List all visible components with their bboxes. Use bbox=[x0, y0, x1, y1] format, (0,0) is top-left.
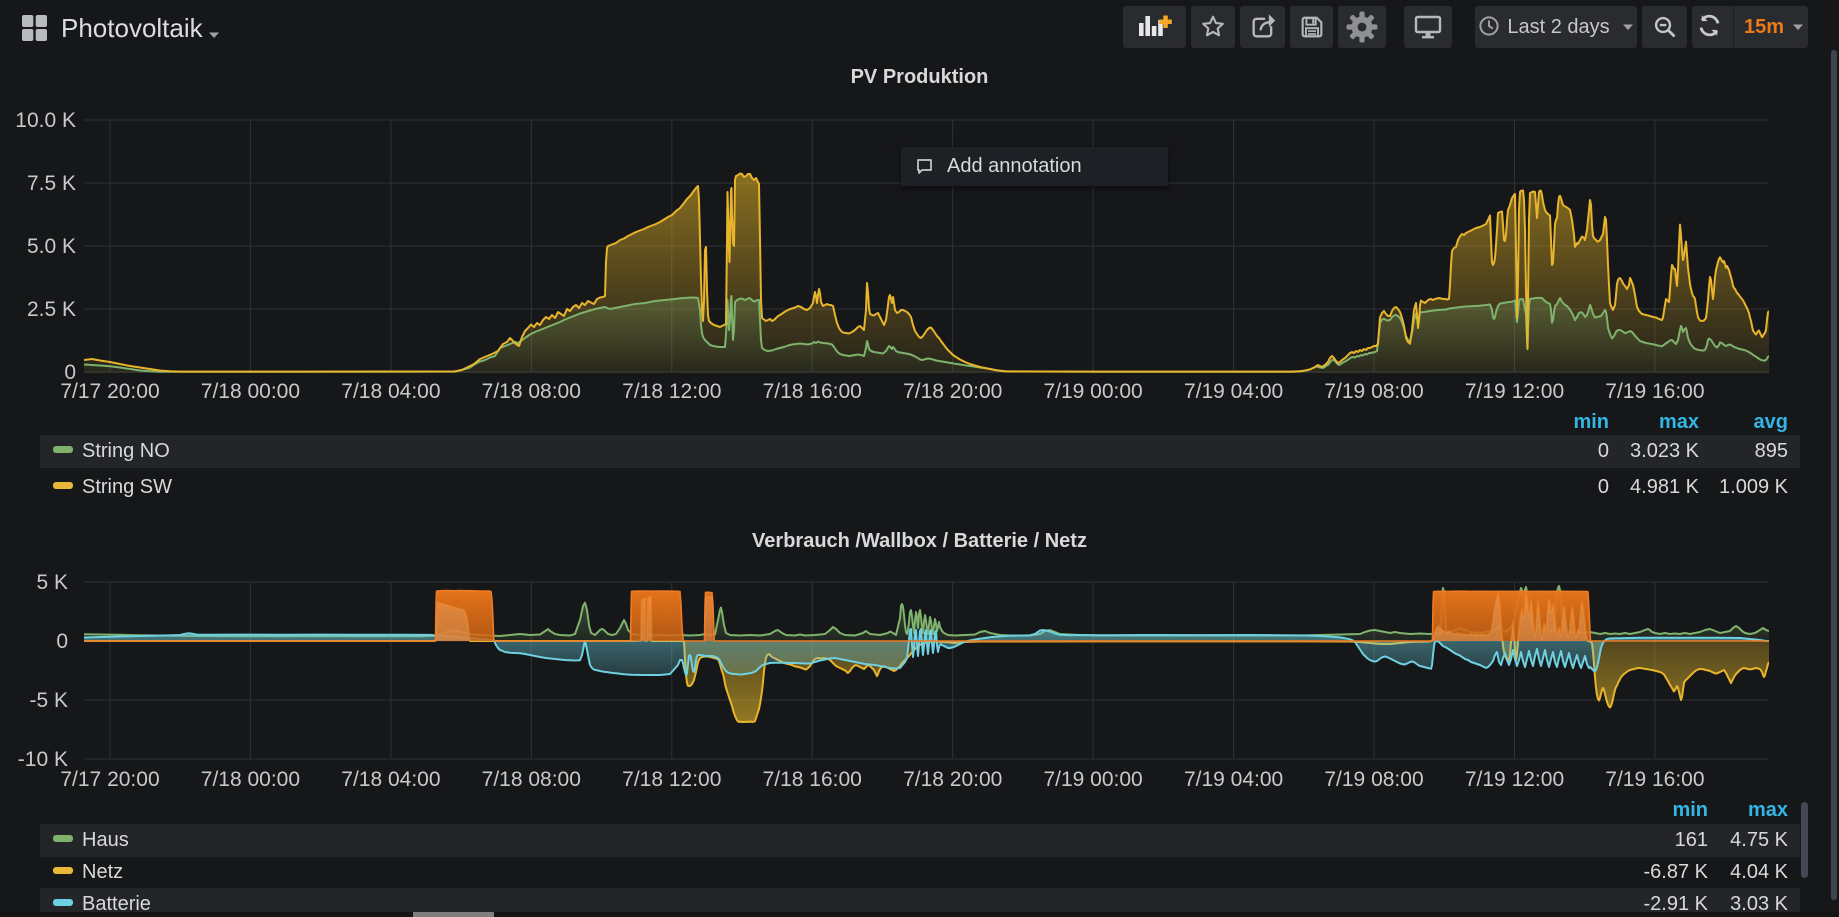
svg-text:7/19 00:00: 7/19 00:00 bbox=[1043, 768, 1142, 791]
svg-text:7/17 20:00: 7/17 20:00 bbox=[60, 380, 159, 403]
svg-text:7/19 16:00: 7/19 16:00 bbox=[1605, 380, 1704, 403]
svg-text:7/18 04:00: 7/18 04:00 bbox=[341, 380, 440, 403]
svg-text:7/18 16:00: 7/18 16:00 bbox=[763, 380, 862, 403]
svg-text:7/18 12:00: 7/18 12:00 bbox=[622, 380, 721, 403]
svg-text:7/18 00:00: 7/18 00:00 bbox=[201, 380, 300, 403]
svg-text:7/17 20:00: 7/17 20:00 bbox=[60, 768, 159, 791]
svg-text:5 K: 5 K bbox=[36, 571, 68, 594]
svg-text:7/19 16:00: 7/19 16:00 bbox=[1605, 768, 1704, 791]
svg-text:7/18 12:00: 7/18 12:00 bbox=[622, 768, 721, 791]
svg-text:7/18 00:00: 7/18 00:00 bbox=[201, 768, 300, 791]
svg-text:7/19 00:00: 7/19 00:00 bbox=[1043, 380, 1142, 403]
svg-text:5.0 K: 5.0 K bbox=[27, 235, 76, 258]
svg-text:-5 K: -5 K bbox=[29, 689, 68, 712]
svg-text:7/19 12:00: 7/19 12:00 bbox=[1465, 380, 1564, 403]
svg-text:7/18 08:00: 7/18 08:00 bbox=[482, 380, 581, 403]
svg-text:7/18 20:00: 7/18 20:00 bbox=[903, 380, 1002, 403]
svg-text:7/18 04:00: 7/18 04:00 bbox=[341, 768, 440, 791]
svg-text:7/19 08:00: 7/19 08:00 bbox=[1324, 768, 1423, 791]
svg-text:0: 0 bbox=[56, 630, 68, 653]
svg-text:7/18 08:00: 7/18 08:00 bbox=[482, 768, 581, 791]
svg-text:2.5 K: 2.5 K bbox=[27, 298, 76, 321]
svg-text:7/19 04:00: 7/19 04:00 bbox=[1184, 768, 1283, 791]
svg-text:7/18 16:00: 7/18 16:00 bbox=[763, 768, 862, 791]
svg-text:10.0 K: 10.0 K bbox=[15, 109, 76, 132]
svg-text:7/18 20:00: 7/18 20:00 bbox=[903, 768, 1002, 791]
svg-text:7.5 K: 7.5 K bbox=[27, 172, 76, 195]
svg-text:7/19 08:00: 7/19 08:00 bbox=[1324, 380, 1423, 403]
svg-text:7/19 12:00: 7/19 12:00 bbox=[1465, 768, 1564, 791]
svg-text:7/19 04:00: 7/19 04:00 bbox=[1184, 380, 1283, 403]
